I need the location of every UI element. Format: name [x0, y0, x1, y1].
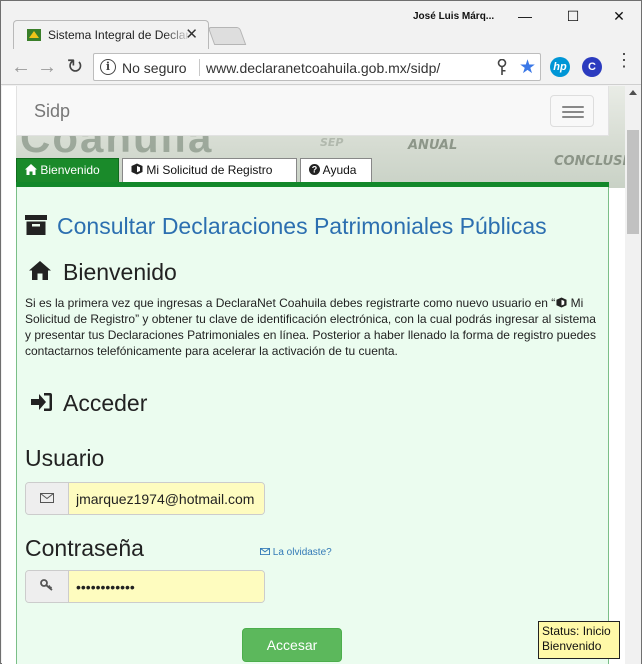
banner-word: CONCLUSIO [554, 154, 625, 169]
new-tab-button[interactable] [207, 27, 247, 45]
usuario-input-group [25, 482, 265, 515]
scroll-thumb[interactable] [627, 130, 639, 234]
info-icon[interactable]: i [100, 59, 116, 75]
forgot-password-link[interactable]: La olvidaste? [259, 547, 332, 558]
key-icon [26, 571, 69, 602]
login-heading: Acceder [63, 390, 148, 416]
close-tab-icon[interactable]: ✕ [185, 27, 198, 42]
banner-word: ANUAL [408, 138, 458, 153]
security-status[interactable]: No seguro [122, 60, 187, 76]
coahuila-favicon-icon [27, 29, 41, 41]
cube-icon [131, 163, 143, 175]
intro-paragraph: Si es la primera vez que ingresas a Decl… [25, 296, 596, 358]
tab-ayuda[interactable]: ? Ayuda [300, 158, 372, 182]
password-field[interactable] [69, 571, 264, 602]
question-icon: ? [309, 164, 320, 175]
address-bar[interactable]: i No seguro www.declaranetcoahuila.gob.m… [93, 53, 541, 81]
main-content: Consultar Declaraciones Patrimoniales Pú… [16, 187, 609, 664]
tab-label: Ayuda [322, 163, 357, 177]
profile-name[interactable]: José Luis Márq... [413, 11, 494, 22]
bookmark-star-icon[interactable]: ★ [519, 56, 536, 79]
status-box: Status: Inicio Bienvenido [538, 621, 620, 659]
more-menu-icon[interactable]: ⋮ [615, 51, 633, 69]
maximize-button[interactable]: ☐ [551, 5, 595, 27]
brand-link[interactable]: Sidp [34, 101, 70, 122]
status-line: Bienvenido [542, 639, 602, 653]
top-navbar: Sidp [16, 86, 609, 136]
close-window-button[interactable]: ✕ [597, 5, 641, 27]
tab-mi-solicitud[interactable]: Mi Solicitud de Registro [122, 158, 297, 182]
vertical-scrollbar[interactable] [625, 86, 641, 664]
envelope-icon [259, 547, 271, 556]
browser-tab[interactable]: Sistema Integral de Declaraciones ✕ [13, 20, 209, 49]
password-label: Contraseña [25, 535, 144, 561]
banner-word: SEP [320, 136, 344, 149]
tab-label: Mi Solicitud de Registro [146, 163, 273, 177]
tab-label: Bienvenido [40, 163, 100, 177]
browser-window: Sistema Integral de Declaraciones ✕ José… [0, 0, 642, 664]
hamburger-menu-icon[interactable] [550, 95, 594, 127]
home-icon [29, 261, 51, 280]
archive-box-icon [25, 215, 47, 235]
svg-text:?: ? [312, 165, 318, 175]
url-text[interactable]: www.declaranetcoahuila.gob.mx/sidp/ [206, 60, 440, 76]
accesar-button[interactable]: Accesar [242, 628, 342, 662]
c-icon[interactable]: C [582, 57, 602, 77]
tab-bienvenido[interactable]: Bienvenido [16, 158, 119, 182]
welcome-heading: Bienvenido [63, 259, 177, 285]
title-bar: Sistema Integral de Declaraciones ✕ José… [1, 1, 641, 49]
envelope-icon [26, 483, 69, 514]
password-input-group [25, 570, 265, 603]
usuario-field[interactable] [69, 483, 264, 514]
sign-in-icon [31, 393, 52, 411]
hp-icon[interactable]: hp [550, 57, 570, 77]
forward-arrow-icon[interactable]: → [35, 55, 59, 79]
page-title: Consultar Declaraciones Patrimoniales Pú… [57, 213, 547, 239]
reload-icon[interactable]: ↻ [63, 55, 87, 79]
home-icon [25, 164, 37, 175]
key-icon[interactable] [496, 59, 508, 77]
back-arrow-icon[interactable]: ← [9, 55, 33, 79]
cube-icon [556, 297, 567, 308]
browser-toolbar: ← → ↻ i No seguro www.declaranetcoahuila… [1, 49, 641, 85]
scroll-up-arrow-icon[interactable] [629, 90, 637, 95]
status-line: Status: Inicio [542, 624, 611, 638]
usuario-label: Usuario [25, 445, 105, 471]
page-viewport: Coahuila ANUAL CONCLUSIO SEP Sidp Bienve… [2, 86, 625, 664]
minimize-button[interactable]: — [503, 5, 547, 27]
